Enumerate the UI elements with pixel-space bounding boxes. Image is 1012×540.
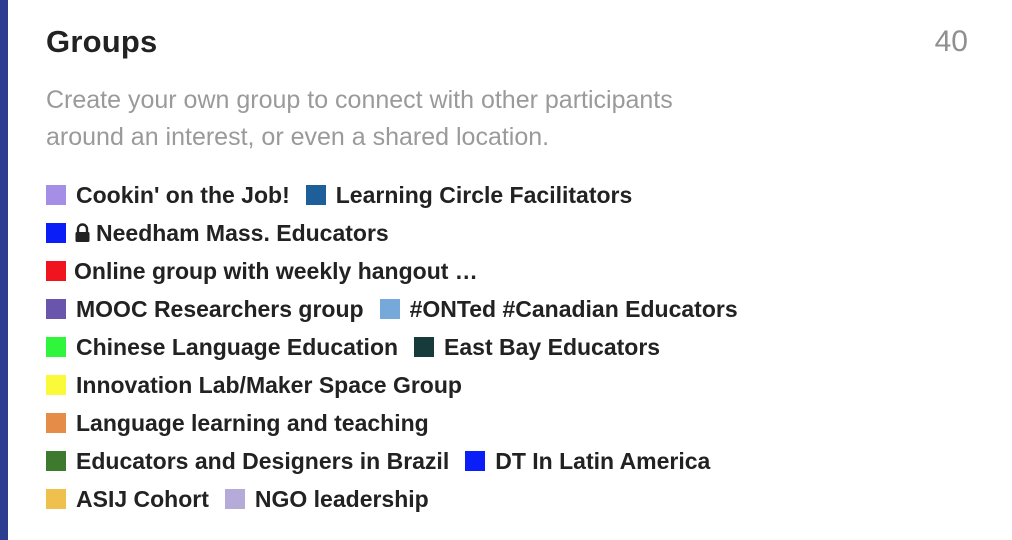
group-item-chinese-language-education[interactable]: Chinese Language Education — [46, 334, 398, 361]
group-item-dt-in-latin-america[interactable]: DT In Latin America — [465, 448, 710, 475]
group-row: MOOC Researchers group #ONTed #Canadian … — [46, 290, 996, 328]
group-row: Innovation Lab/Maker Space Group — [46, 366, 996, 404]
group-name: #ONTed #Canadian Educators — [409, 295, 738, 322]
group-item-needham-mass-educators[interactable]: Needham Mass. Educators — [46, 220, 389, 247]
group-row: Cookin' on the Job! Learning Circle Faci… — [46, 176, 996, 214]
description-line-2: around an interest, or even a shared loc… — [46, 123, 550, 151]
group-count: 40 — [934, 25, 968, 58]
group-item-language-learning-teaching[interactable]: Language learning and teaching — [46, 410, 429, 437]
group-list: Cookin' on the Job! Learning Circle Faci… — [46, 176, 996, 518]
group-color-swatch — [46, 337, 66, 357]
group-color-swatch — [46, 375, 66, 395]
group-item-innovation-lab-maker-space[interactable]: Innovation Lab/Maker Space Group — [46, 372, 462, 399]
group-name: Chinese Language Education — [76, 333, 399, 360]
group-color-swatch — [46, 413, 66, 433]
group-item-onted-canadian-educators[interactable]: #ONTed #Canadian Educators — [379, 295, 738, 323]
group-row: Online group with weekly hangout … — [46, 252, 996, 290]
panel-header: Groups 40 — [46, 22, 968, 62]
group-item-asij-cohort[interactable]: ASIJ Cohort — [46, 486, 209, 513]
group-item-ngo-leadership[interactable]: NGO leadership — [224, 485, 429, 513]
panel-title: Groups — [46, 24, 158, 59]
group-name: Cookin' on the Job! — [76, 181, 290, 208]
description-line-1: Create your own group to connect with ot… — [46, 86, 673, 114]
group-color-swatch — [46, 261, 66, 281]
group-row: Chinese Language Education East Bay Educ… — [46, 328, 996, 366]
group-name: DT In Latin America — [495, 447, 711, 474]
group-color-swatch — [414, 337, 435, 357]
group-name: Language learning and teaching — [76, 409, 429, 436]
group-color-swatch — [46, 223, 66, 243]
group-name: Needham Mass. Educators — [96, 219, 389, 246]
group-color-swatch — [46, 299, 66, 319]
group-item-online-group-weekly-hangout[interactable]: Online group with weekly hangout … — [46, 258, 478, 285]
group-color-swatch — [224, 489, 245, 509]
group-name: Innovation Lab/Maker Space Group — [76, 371, 462, 398]
group-color-swatch — [46, 451, 66, 471]
group-item-cookin-on-the-job[interactable]: Cookin' on the Job! — [46, 182, 290, 209]
group-name: East Bay Educators — [444, 333, 661, 360]
group-name: NGO leadership — [254, 485, 429, 512]
group-name: MOOC Researchers group — [76, 295, 364, 322]
group-item-learning-circle-facilitators[interactable]: Learning Circle Facilitators — [305, 181, 633, 209]
panel-description: Create your own group to connect with ot… — [46, 82, 806, 156]
group-name: ASIJ Cohort — [76, 485, 209, 512]
group-item-educators-designers-brazil[interactable]: Educators and Designers in Brazil — [46, 448, 449, 475]
group-name: Educators and Designers in Brazil — [76, 447, 450, 474]
group-row: Language learning and teaching — [46, 404, 996, 442]
groups-panel: Groups 40 Create your own group to conne… — [0, 0, 1012, 540]
group-item-east-bay-educators[interactable]: East Bay Educators — [414, 334, 660, 361]
group-color-swatch — [46, 489, 66, 509]
group-color-swatch — [46, 185, 66, 205]
group-color-swatch — [305, 185, 326, 205]
lock-icon — [75, 223, 90, 242]
group-row: Educators and Designers in Brazil DT In … — [46, 442, 996, 480]
group-name: Online group with weekly hangout … — [74, 257, 478, 284]
group-name: Learning Circle Facilitators — [335, 181, 633, 208]
group-color-swatch — [379, 299, 400, 319]
group-row: Needham Mass. Educators — [46, 214, 996, 252]
group-item-mooc-researchers-group[interactable]: MOOC Researchers group — [46, 296, 364, 323]
group-color-swatch — [465, 451, 486, 471]
group-row: ASIJ Cohort NGO leadership — [46, 480, 996, 518]
